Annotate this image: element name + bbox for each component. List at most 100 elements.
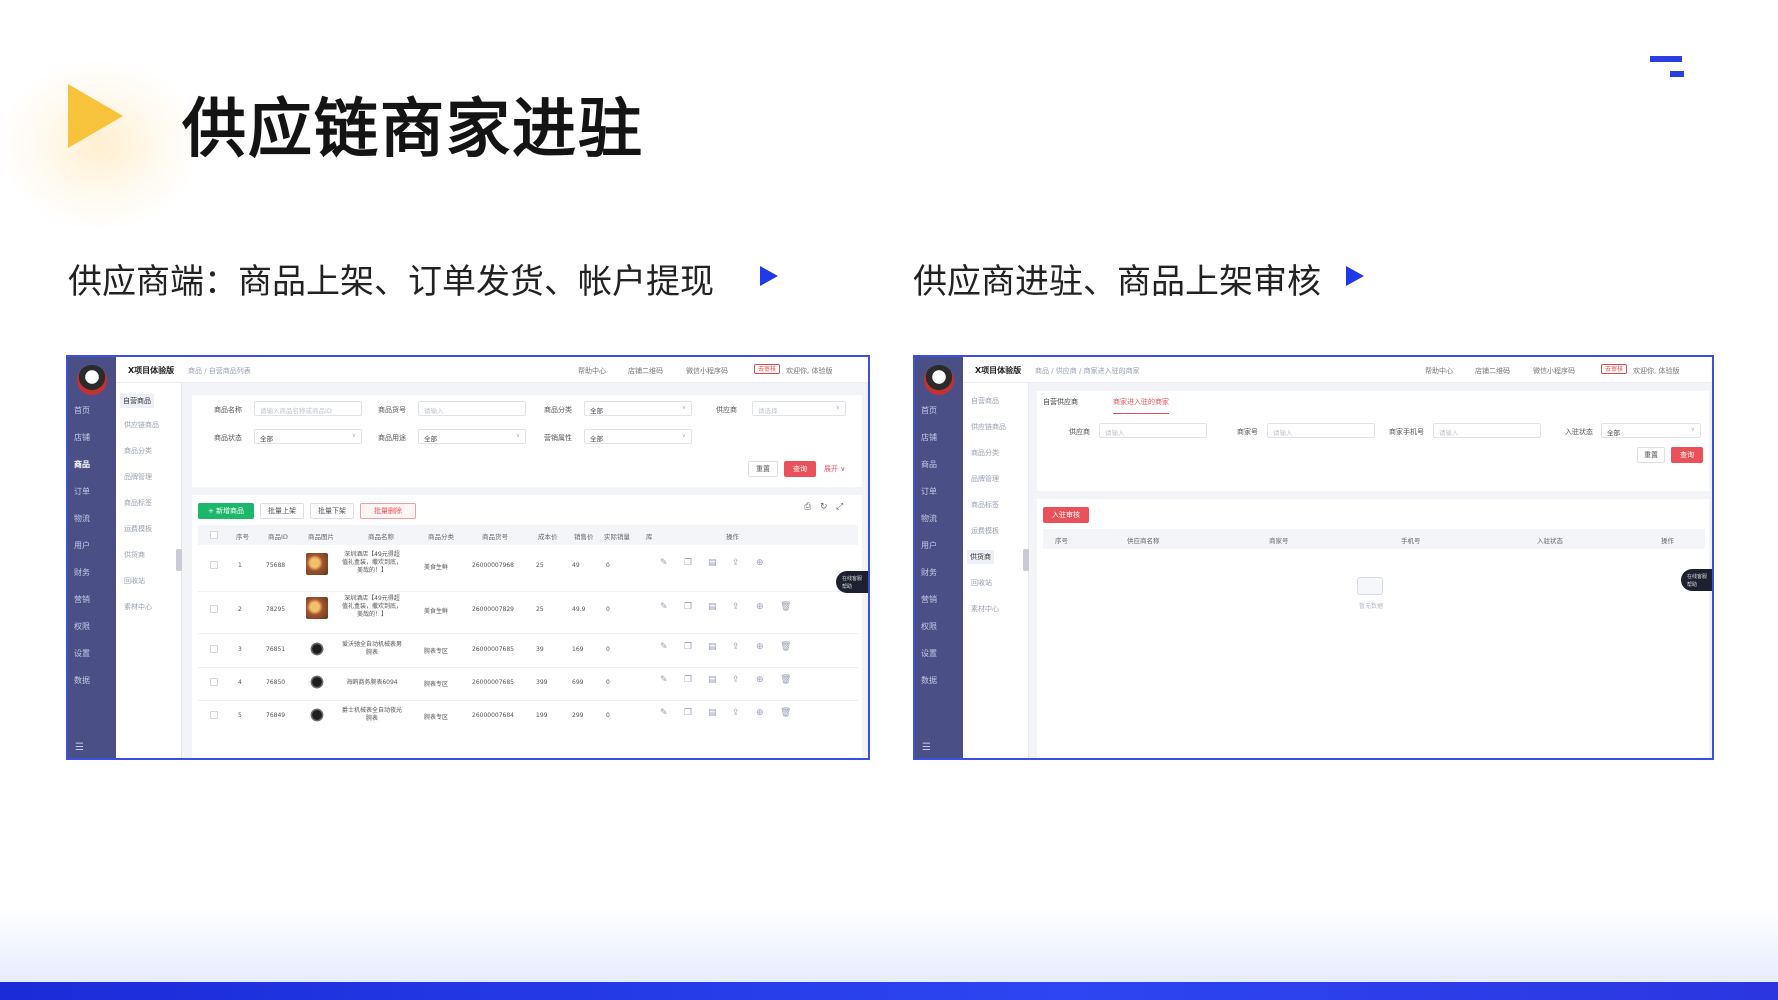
row-checkbox[interactable] (210, 605, 218, 613)
submenu-supply-goods[interactable]: 供应链商品 (124, 420, 159, 430)
shop-qrcode-link[interactable]: 店铺二维码 (628, 366, 663, 376)
customer-service-widget[interactable]: 在线客服 帮助 (836, 571, 868, 593)
edit-icon[interactable]: ✎ (660, 675, 668, 685)
sidebar-item-permissions[interactable]: 权限 (921, 621, 937, 632)
submenu-freight[interactable]: 运费模板 (971, 526, 999, 536)
supplier-select[interactable]: 请选择 ∨ (752, 401, 846, 416)
sidebar-item-orders[interactable]: 订单 (74, 486, 90, 497)
product-name-input[interactable]: 请输入商品名称或商品ID (254, 401, 362, 416)
merchant-no-input[interactable]: 请输入 (1267, 423, 1375, 438)
shelf-icon[interactable]: ⇪ (732, 602, 740, 612)
search-button[interactable]: 查询 (784, 461, 816, 477)
copy-icon[interactable]: ❐ (684, 642, 692, 652)
user-menu[interactable]: 欢迎你, 体验版 (786, 366, 832, 376)
mini-program-code-link[interactable]: 微信小程序码 (686, 366, 728, 376)
sidebar-item-shop[interactable]: 店铺 (921, 432, 937, 443)
submenu-recycle[interactable]: 回收站 (971, 578, 992, 588)
copy-icon[interactable]: ❐ (684, 558, 692, 568)
help-center-link[interactable]: 帮助中心 (1425, 366, 1453, 376)
shelf-icon[interactable]: ⇪ (732, 642, 740, 652)
submenu-self-goods[interactable]: 自营商品 (971, 396, 999, 406)
row-checkbox[interactable] (210, 678, 218, 686)
add-icon[interactable]: ⊕ (756, 558, 764, 568)
sidebar-item-permissions[interactable]: 权限 (74, 621, 90, 632)
delete-icon[interactable]: 🗑 (780, 675, 791, 685)
delete-icon[interactable]: 🗑 (780, 602, 791, 612)
sidebar-item-orders[interactable]: 订单 (921, 486, 937, 497)
batch-delete-button[interactable]: 批量删除 (360, 503, 416, 519)
shop-qrcode-link[interactable]: 店铺二维码 (1475, 366, 1510, 376)
sidebar-item-settings[interactable]: 设置 (921, 648, 937, 659)
add-icon[interactable]: ⊕ (756, 602, 764, 612)
usage-select[interactable]: 全部 ∨ (418, 429, 526, 444)
sidebar-item-goods[interactable]: 商品 (921, 459, 937, 470)
merchant-phone-input[interactable]: 请输入 (1433, 423, 1541, 438)
refresh-icon[interactable]: ↻ (820, 502, 828, 512)
avatar[interactable] (77, 365, 107, 395)
sidebar-item-settings[interactable]: 设置 (74, 648, 90, 659)
sidebar-item-home[interactable]: 首页 (921, 405, 937, 416)
edit-icon[interactable]: ✎ (660, 602, 668, 612)
audit-badge[interactable]: 去审核 (754, 364, 781, 374)
sidebar-item-finance[interactable]: 财务 (74, 567, 90, 578)
submenu-supplier[interactable]: 供货商 (967, 550, 994, 564)
tab-settled-merchants[interactable]: 商家进入驻的商家 (1113, 397, 1169, 414)
marketing-select[interactable]: 全部 ∨ (584, 429, 692, 444)
supplier-input[interactable]: 请输入 (1099, 423, 1207, 438)
add-product-button[interactable]: + 新增商品 (198, 503, 254, 519)
delete-icon[interactable]: 🗑 (780, 642, 791, 652)
image-icon[interactable]: ▤ (708, 708, 717, 718)
submenu-brand[interactable]: 品牌管理 (971, 474, 999, 484)
submenu-supply-goods[interactable]: 供应链商品 (971, 422, 1006, 432)
reset-button[interactable]: 重置 (1637, 447, 1665, 463)
image-icon[interactable]: ▤ (708, 642, 717, 652)
audit-badge[interactable]: 去审核 (1601, 364, 1628, 374)
add-icon[interactable]: ⊕ (756, 675, 764, 685)
shelf-icon[interactable]: ⇪ (732, 675, 740, 685)
export-icon[interactable]: ⎙ (804, 502, 811, 512)
image-icon[interactable]: ▤ (708, 558, 717, 568)
search-button[interactable]: 查询 (1671, 447, 1703, 463)
edit-icon[interactable]: ✎ (660, 558, 668, 568)
batch-off-shelf-button[interactable]: 批量下架 (310, 503, 354, 519)
avatar[interactable] (924, 365, 954, 395)
scrollbar[interactable] (176, 549, 182, 571)
edit-icon[interactable]: ✎ (660, 708, 668, 718)
expand-filters-link[interactable]: 展开 ∨ (824, 464, 845, 474)
row-checkbox[interactable] (210, 561, 218, 569)
submenu-materials[interactable]: 素材中心 (971, 604, 999, 614)
sidebar-item-data[interactable]: 数据 (921, 675, 937, 686)
product-sku-input[interactable]: 请输入 (418, 401, 526, 416)
user-menu[interactable]: 欢迎你, 体验版 (1633, 366, 1679, 376)
category-select[interactable]: 全部 ∨ (584, 401, 692, 416)
sidebar-item-marketing[interactable]: 营销 (74, 594, 90, 605)
mini-program-code-link[interactable]: 微信小程序码 (1533, 366, 1575, 376)
submenu-recycle[interactable]: 回收站 (124, 576, 145, 586)
shelf-icon[interactable]: ⇪ (732, 558, 740, 568)
submenu-materials[interactable]: 素材中心 (124, 602, 152, 612)
add-icon[interactable]: ⊕ (756, 708, 764, 718)
sidebar-item-data[interactable]: 数据 (74, 675, 90, 686)
submenu-supplier[interactable]: 供货商 (124, 550, 145, 560)
copy-icon[interactable]: ❐ (684, 675, 692, 685)
help-center-link[interactable]: 帮助中心 (578, 366, 606, 376)
onboard-status-select[interactable]: 全部 ∨ (1601, 423, 1701, 438)
select-all-checkbox[interactable] (210, 531, 218, 539)
sidebar-item-home[interactable]: 首页 (74, 405, 90, 416)
copy-icon[interactable]: ❐ (684, 602, 692, 612)
sidebar-item-logistics[interactable]: 物流 (921, 513, 937, 524)
delete-icon[interactable]: 🗑 (780, 708, 791, 718)
batch-on-shelf-button[interactable]: 批量上架 (260, 503, 304, 519)
edit-icon[interactable]: ✎ (660, 642, 668, 652)
reset-button[interactable]: 重置 (748, 461, 778, 477)
submenu-brand[interactable]: 品牌管理 (124, 472, 152, 482)
submenu-tags[interactable]: 商品标签 (971, 500, 999, 510)
sidebar-item-logistics[interactable]: 物流 (74, 513, 90, 524)
onboard-audit-button[interactable]: 入驻审核 (1043, 507, 1089, 523)
image-icon[interactable]: ▤ (708, 602, 717, 612)
submenu-category[interactable]: 商品分类 (124, 446, 152, 456)
fullscreen-icon[interactable]: ⤢ (836, 502, 843, 512)
tab-self-suppliers[interactable]: 自营供应商 (1043, 397, 1078, 407)
image-icon[interactable]: ▤ (708, 675, 717, 685)
sidebar-item-shop[interactable]: 店铺 (74, 432, 90, 443)
